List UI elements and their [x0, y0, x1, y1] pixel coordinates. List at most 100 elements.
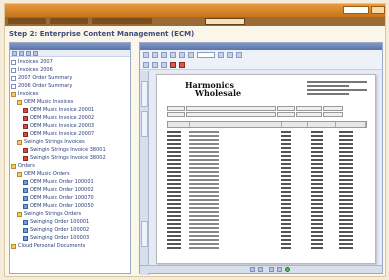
filter-select[interactable]	[205, 18, 245, 25]
tree-item[interactable]: OEM Music Invoice 20007	[11, 130, 130, 138]
save-icon[interactable]	[143, 52, 149, 58]
tree-item[interactable]: OEM Music Order 100002	[11, 186, 130, 194]
pdf-icon	[23, 123, 28, 129]
tree-item[interactable]: Orders	[11, 162, 130, 170]
rotate-icon[interactable]	[143, 62, 149, 68]
group-icon	[23, 203, 28, 209]
tree-item[interactable]: OEM Music Order 100001	[11, 178, 130, 186]
hand-tool-icon[interactable]	[179, 52, 185, 58]
tree-item[interactable]: Swinging Order 100001	[11, 218, 130, 226]
tree-item[interactable]: Invoices 2007	[11, 58, 130, 66]
tree-item[interactable]: OEM Music Invoices	[11, 98, 130, 106]
tree-item[interactable]: OEM Music Invoice 20002	[11, 114, 130, 122]
next-page-icon[interactable]	[269, 267, 274, 272]
tree-item-label: Swingin Strings Orders	[24, 211, 82, 217]
tree-item[interactable]: Swinging Order 100002	[11, 226, 130, 234]
pdf-icon	[23, 115, 28, 121]
tree-item[interactable]: 2006 Order Summary	[11, 82, 130, 90]
tree-item-label: Swingin Strings Invoices	[24, 139, 85, 145]
group-icon	[23, 227, 28, 233]
tab-bookmarks[interactable]	[141, 81, 148, 107]
tree-item-label: OEM Music Order 100001	[30, 179, 94, 185]
tree-item[interactable]: Swingin Strings Invoice 38001	[11, 146, 130, 154]
highlight-icon[interactable]	[152, 62, 158, 68]
tree-item-label: OEM Music Invoices	[24, 99, 74, 105]
tree-item[interactable]: Swingin Strings Orders	[11, 210, 130, 218]
tree-item[interactable]: Swingin Strings Invoices	[11, 138, 130, 146]
comment-icon[interactable]	[161, 62, 167, 68]
page-number-input[interactable]	[197, 52, 215, 58]
search-input[interactable]	[343, 6, 369, 14]
last-page-icon[interactable]	[277, 267, 282, 272]
zoom-out-icon[interactable]	[218, 52, 224, 58]
pdf-icon	[23, 147, 28, 153]
email-icon[interactable]	[161, 52, 167, 58]
document-page[interactable]: Harmonics Wholesale	[156, 74, 376, 264]
tree-item-label: Orders	[18, 163, 35, 169]
folder-icon	[11, 163, 16, 169]
zoom-in-icon[interactable]	[227, 52, 233, 58]
nav-bar	[5, 17, 385, 26]
tree-item-label: Invoices 2007	[18, 59, 53, 65]
sign-icon[interactable]	[170, 62, 176, 68]
tab-pages[interactable]	[141, 111, 148, 137]
nav-tab-1[interactable]	[8, 18, 46, 24]
document-icon	[11, 75, 16, 81]
tree-item-label: Invoices 2006	[18, 67, 53, 73]
tree-add-icon[interactable]	[33, 51, 38, 56]
first-page-icon[interactable]	[250, 267, 255, 272]
pdf-icon	[23, 131, 28, 137]
tree-item[interactable]: Invoices	[11, 90, 130, 98]
viewer-toolbar	[140, 50, 382, 70]
tree-expand-icon[interactable]	[12, 51, 17, 56]
search-icon[interactable]	[170, 52, 176, 58]
folder-icon	[17, 139, 22, 145]
page-heading: Step 2: Enterprise Content Management (E…	[9, 30, 195, 38]
tree-item[interactable]: Swingin Strings Invoice 38002	[11, 154, 130, 162]
group-icon	[23, 195, 28, 201]
fit-page-icon[interactable]	[236, 52, 242, 58]
invoice-header-table	[167, 106, 367, 118]
tree-item-label: OEM Music Invoice 20003	[30, 123, 95, 129]
tree-item-label: OEM Music Invoice 20007	[30, 131, 95, 137]
tree-item-label: OEM Music Order 100070	[30, 195, 94, 201]
tab-layers[interactable]	[141, 221, 148, 247]
tree-item-label: OEM Music Order 100002	[30, 187, 94, 193]
pdf-icon	[23, 107, 28, 113]
app-window: Step 2: Enterprise Content Management (E…	[4, 3, 386, 277]
group-icon	[23, 219, 28, 225]
line-item-row	[167, 246, 367, 250]
tree-item-label: 2007 Order Summary	[18, 75, 73, 81]
tree-item-label: Swinging Order 100003	[30, 235, 90, 241]
search-button[interactable]	[371, 6, 385, 14]
tree-item[interactable]: Invoices 2006	[11, 66, 130, 74]
tree-panel-header	[10, 43, 130, 50]
tree-item[interactable]: OEM Music Invoice 20001	[11, 106, 130, 114]
logo-line-2: Wholesale	[195, 88, 242, 98]
tree-item-label: Swingin Strings Invoice 38002	[30, 155, 106, 161]
company-logo: Harmonics Wholesale	[185, 81, 241, 97]
tree-item[interactable]: OEM Music Order 100070	[11, 194, 130, 202]
tree-item-label: OEM Music Orders	[24, 171, 70, 177]
tree-item[interactable]: OEM Music Invoice 20003	[11, 122, 130, 130]
document-icon	[11, 83, 16, 89]
tree-collapse-icon[interactable]	[19, 51, 24, 56]
tree-item-label: OEM Music Invoice 20002	[30, 115, 95, 121]
tree-item[interactable]: Swinging Order 100003	[11, 234, 130, 242]
viewer-panel-header	[140, 43, 382, 50]
line-items-header	[167, 121, 367, 128]
tree-refresh-icon[interactable]	[26, 51, 31, 56]
top-header	[5, 4, 385, 17]
select-tool-icon[interactable]	[188, 52, 194, 58]
tree-item[interactable]: Cloud Personal Documents	[11, 242, 130, 250]
pdf-icon[interactable]	[179, 62, 185, 68]
tree-item[interactable]: OEM Music Order 100050	[11, 202, 130, 210]
print-icon[interactable]	[152, 52, 158, 58]
nav-tab-3[interactable]	[92, 18, 152, 24]
line-items	[167, 130, 367, 250]
tree-toolbar	[10, 50, 130, 57]
nav-tab-2[interactable]	[50, 18, 88, 24]
tree-item[interactable]: 2007 Order Summary	[11, 74, 130, 82]
prev-page-icon[interactable]	[258, 267, 263, 272]
tree-item[interactable]: OEM Music Orders	[11, 170, 130, 178]
